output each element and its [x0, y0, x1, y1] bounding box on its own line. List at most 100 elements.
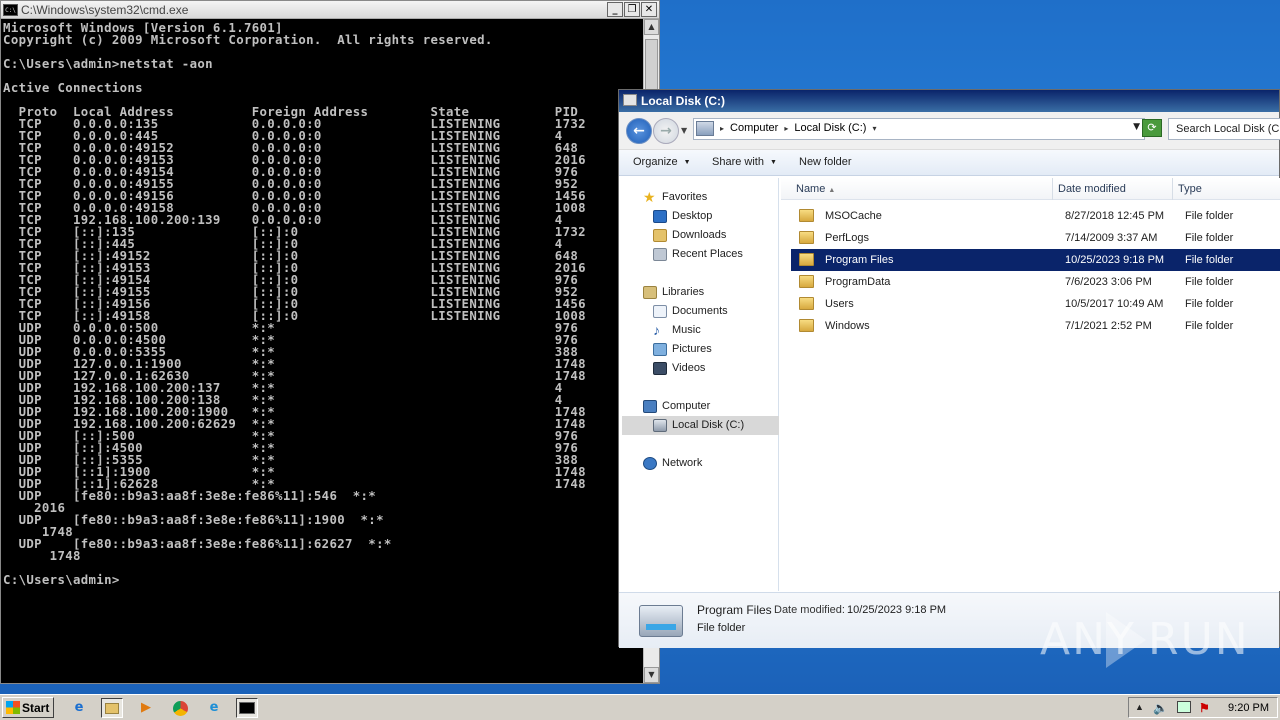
nav-pictures[interactable]: Pictures: [622, 340, 779, 359]
nav-label: Favorites: [662, 191, 708, 203]
table-row[interactable]: Program Files 10/25/2023 9:18 PM File fold…: [791, 249, 1280, 271]
nav-label: Pictures: [672, 343, 712, 355]
volume-icon[interactable]: 🔈: [1153, 701, 1168, 715]
explorer-window[interactable]: Local Disk (C:) ← → ▼ ▸ Computer ▸ Local…: [618, 89, 1280, 648]
folder-icon: [799, 319, 814, 332]
column-name[interactable]: Name ▲: [796, 183, 835, 195]
folder-icon: [799, 297, 814, 310]
close-button[interactable]: ✕: [641, 2, 657, 17]
nav-computer[interactable]: Computer: [622, 397, 779, 416]
chevron-down-icon[interactable]: ▾: [872, 122, 876, 136]
nav-favorites[interactable]: ★ Favorites: [622, 188, 779, 207]
table-row[interactable]: MSOCache 8/27/2018 12:45 PM File folder: [791, 205, 1280, 227]
search-input[interactable]: Search Local Disk (C:): [1168, 118, 1280, 140]
folder-icon: [799, 253, 814, 266]
nav-recent-places[interactable]: Recent Places: [622, 245, 779, 264]
star-icon: ★: [643, 189, 656, 205]
file-name: MSOCache: [825, 210, 882, 222]
chevron-right-icon[interactable]: ▸: [784, 122, 788, 136]
cmd-icon: [239, 702, 255, 714]
explorer-taskbar-icon[interactable]: [101, 698, 123, 718]
scroll-up-icon[interactable]: ▲: [644, 19, 659, 35]
cmd-icon[interactable]: C:\: [3, 4, 18, 16]
chrome-icon[interactable]: [169, 698, 191, 718]
file-date-modified: 7/6/2023 3:06 PM: [1065, 276, 1152, 288]
network-tray-icon[interactable]: [1177, 701, 1191, 713]
file-type: File folder: [1185, 254, 1234, 266]
history-dropdown-icon[interactable]: ▼: [681, 126, 687, 135]
music-icon: ♪: [653, 322, 660, 338]
command-bar: Organize ▼ Share with ▼ New folder: [619, 150, 1279, 176]
breadcrumb: ▸ Computer ▸ Local Disk (C:) ▾: [720, 122, 876, 136]
nav-network[interactable]: Network: [622, 454, 779, 473]
nav-desktop[interactable]: Desktop: [622, 207, 779, 226]
cmd-taskbar-icon[interactable]: [236, 698, 258, 718]
console-output[interactable]: Microsoft Windows [Version 6.1.7601] Cop…: [1, 19, 643, 683]
column-divider[interactable]: [1052, 178, 1053, 200]
details-modified: 10/25/2023 9:18 PM: [847, 604, 947, 616]
nav-downloads[interactable]: Downloads: [622, 226, 779, 245]
internet-explorer-icon[interactable]: e: [68, 698, 90, 718]
address-dropdown-icon[interactable]: ▼: [1133, 122, 1140, 132]
file-type: File folder: [1185, 210, 1234, 222]
table-row[interactable]: Users 10/5/2017 10:49 AM File folder: [791, 293, 1280, 315]
media-player-icon[interactable]: ▶: [135, 698, 157, 718]
desktop-icon: [653, 210, 667, 223]
organize-label: Organize: [633, 156, 678, 168]
videos-icon: [653, 362, 667, 375]
details-modified-label: Date modified:: [774, 604, 845, 616]
share-with-button[interactable]: Share with ▼: [712, 156, 777, 168]
tray-expand-icon[interactable]: ▲: [1135, 702, 1144, 712]
windows-logo-icon: [6, 701, 20, 714]
chevron-down-icon: ▼: [683, 158, 691, 166]
file-type: File folder: [1185, 320, 1234, 332]
explorer-titlebar[interactable]: Local Disk (C:): [619, 90, 1279, 112]
edge-icon[interactable]: e: [203, 698, 225, 718]
cmd-titlebar[interactable]: C:\ C:\Windows\system32\cmd.exe _ ❐ ✕: [1, 1, 659, 19]
file-name: Program Files: [825, 254, 894, 266]
start-button[interactable]: Start: [2, 697, 54, 718]
cmd-window[interactable]: C:\ C:\Windows\system32\cmd.exe _ ❐ ✕ Mi…: [0, 0, 660, 684]
nav-videos[interactable]: Videos: [622, 359, 779, 378]
breadcrumb-local-disk[interactable]: Local Disk (C:): [794, 122, 866, 136]
restore-button[interactable]: ❐: [624, 2, 640, 17]
address-box[interactable]: ▸ Computer ▸ Local Disk (C:) ▾ ▼: [693, 118, 1145, 140]
column-date-modified[interactable]: Date modified: [1058, 183, 1126, 195]
recent-places-icon: [653, 248, 667, 261]
scroll-down-icon[interactable]: ▼: [644, 667, 659, 683]
table-row[interactable]: Windows 7/1/2021 2:52 PM File folder: [791, 315, 1280, 337]
chevron-right-icon[interactable]: ▸: [720, 122, 724, 136]
organize-button[interactable]: Organize ▼: [633, 156, 691, 168]
forward-button[interactable]: →: [653, 118, 679, 144]
table-row[interactable]: ProgramData 7/6/2023 3:06 PM File folder: [791, 271, 1280, 293]
nav-music[interactable]: ♪ Music: [622, 321, 779, 340]
computer-icon: [643, 400, 657, 413]
file-name: Windows: [825, 320, 870, 332]
pictures-icon: [653, 343, 667, 356]
column-name-label: Name: [796, 183, 826, 195]
cmd-title: C:\Windows\system32\cmd.exe: [21, 3, 189, 17]
folder-icon: [799, 275, 814, 288]
share-with-label: Share with: [712, 156, 764, 168]
nav-local-disk[interactable]: Local Disk (C:): [622, 416, 779, 435]
back-button[interactable]: ←: [626, 118, 652, 144]
breadcrumb-computer[interactable]: Computer: [730, 122, 778, 136]
new-folder-button[interactable]: New folder: [799, 156, 852, 168]
nav-label: Documents: [672, 305, 728, 317]
clock[interactable]: 9:20 PM: [1228, 702, 1269, 714]
column-type[interactable]: Type: [1178, 183, 1202, 195]
nav-label: Local Disk (C:): [672, 419, 745, 431]
file-list[interactable]: Name ▲ Date modified Type MSOCache 8/27/2…: [781, 178, 1280, 591]
refresh-button[interactable]: ⟳: [1142, 119, 1162, 137]
nav-label: Downloads: [672, 229, 727, 241]
documents-icon: [653, 305, 667, 318]
chrome-logo-icon: [172, 701, 188, 716]
table-row[interactable]: PerfLogs 7/14/2009 3:37 AM File folder: [791, 227, 1280, 249]
action-center-icon[interactable]: ⚑: [1199, 701, 1210, 715]
sort-up-icon: ▲: [828, 187, 836, 194]
minimize-button[interactable]: _: [607, 2, 623, 17]
nav-libraries[interactable]: Libraries: [622, 283, 779, 302]
navigation-pane: ★ Favorites Desktop Downloads Recent Pla…: [622, 178, 779, 591]
column-divider[interactable]: [1172, 178, 1173, 200]
nav-documents[interactable]: Documents: [622, 302, 779, 321]
